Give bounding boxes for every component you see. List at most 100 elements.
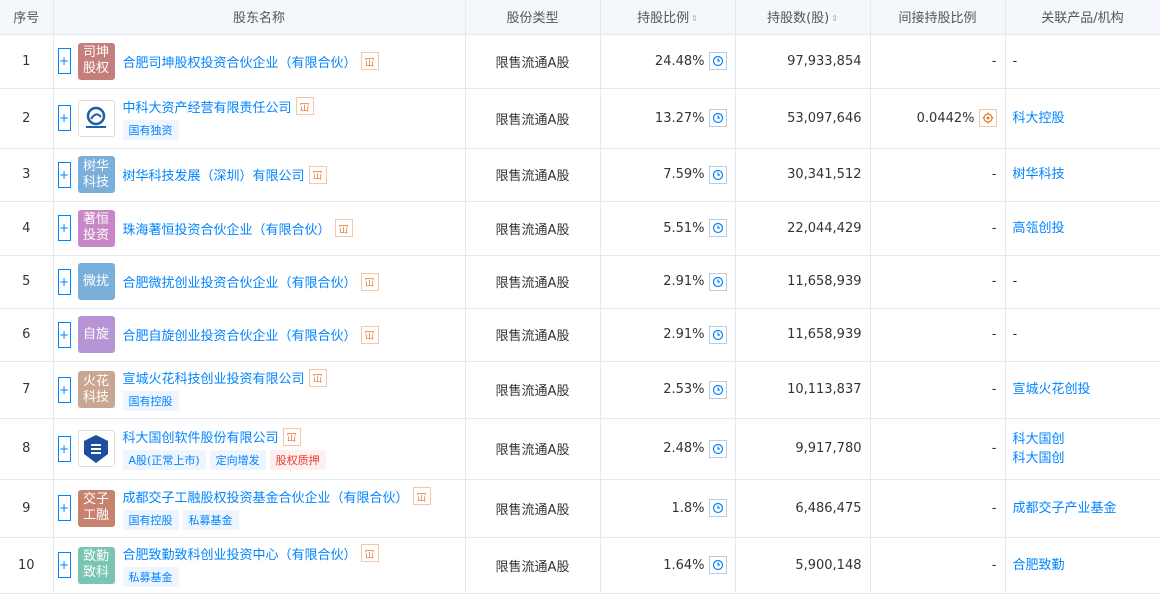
kd-software-logo-icon [77,430,115,467]
share-type: 限售流通A股 [465,255,601,309]
indirect-value: - [991,500,997,516]
expand-button[interactable]: + [57,321,71,348]
expand-button[interactable]: + [57,161,71,188]
company-tag[interactable]: 国有独资 [122,119,179,140]
table-row: 3 + 树华 科技 树华科技发展（深圳）有限公司 冚 限售流通A股 7.59% 3… [0,148,1160,202]
shares-value: 5,900,148 [735,537,871,594]
share-type: 限售流通A股 [465,88,601,149]
ratio-cell: 2.91% [600,308,736,362]
related-product[interactable]: 成都交子产业基金 [1013,499,1160,518]
ratio-cell: 2.48% [600,418,736,480]
products-cell: - [1005,308,1160,362]
history-clock-icon[interactable] [708,380,727,399]
sort-icon[interactable]: ⇕ [831,14,838,23]
shareholder-name-link[interactable]: 珠海著恒投资合伙企业（有限合伙） [123,219,331,238]
history-clock-icon[interactable] [708,272,727,291]
shares-value: 11,658,939 [735,308,871,362]
ratio-value: 7.59% [663,167,705,182]
history-clock-icon[interactable] [708,499,727,517]
relationship-icon[interactable]: 冚 [412,487,431,505]
indirect-cell: - [870,34,1006,89]
products-cell: 成都交子产业基金 [1005,479,1160,538]
shareholder-name-link[interactable]: 成都交子工融股权投资基金合伙企业（有限合伙） [123,487,409,506]
header-shares[interactable]: 持股数(股) ⇕ [735,0,871,35]
shares-value: 22,044,429 [735,201,871,256]
relationship-icon[interactable]: 冚 [295,97,314,115]
indirect-cell: - [870,479,1006,538]
shareholder-name-link[interactable]: 合肥微扰创业投资合伙企业（有限合伙） [123,272,357,291]
related-product: - [1012,53,1018,69]
expand-button[interactable]: + [57,495,71,521]
header-idx: 序号 [0,0,54,35]
relationship-icon[interactable]: 冚 [282,427,301,446]
shareholder-name-link[interactable]: 合肥自旋创业投资合伙企业（有限合伙） [123,325,357,344]
ratio-cell: 1.8% [600,479,736,538]
indirect-cell: - [870,201,1006,256]
shareholder-cell: + 交子 工融 成都交子工融股权投资基金合伙企业（有限合伙） 冚 国有控股 私募基金 [53,479,466,538]
products-cell: 合肥致勤 [1005,537,1160,594]
company-tag[interactable]: 国有控股 [122,509,179,530]
related-product[interactable]: 宣城火花创投 [1013,380,1160,399]
indirect-value: 0.0442% [916,110,975,126]
company-tag[interactable]: A股(正常上市) [122,450,206,470]
shareholder-name-link[interactable]: 合肥司坤股权投资合伙企业（有限合伙） [123,52,357,71]
indirect-cell: - [870,308,1006,362]
history-clock-icon[interactable] [708,109,727,127]
penetrate-icon[interactable] [978,109,997,127]
related-product[interactable]: 树华科技 [1013,165,1160,184]
shareholder-name-link[interactable]: 树华科技发展（深圳）有限公司 [123,165,305,184]
related-product[interactable]: 科大控股 [1013,109,1160,128]
history-clock-icon[interactable] [708,52,727,70]
header-shares-label: 持股数(股) [767,11,830,27]
relationship-icon[interactable]: 冚 [360,544,379,562]
shareholder-name-link[interactable]: 中科大资产经营有限责任公司 [123,97,292,116]
expand-button[interactable]: + [57,215,71,241]
company-tag[interactable]: 股权质押 [269,450,326,470]
header-ratio[interactable]: 持股比例 ⇕ [600,0,736,35]
company-tag[interactable]: 定向增发 [209,450,266,470]
company-tag[interactable]: 私募基金 [122,566,179,587]
shareholder-name-link[interactable]: 科大国创软件股份有限公司 [123,427,279,446]
history-clock-icon[interactable] [708,556,727,574]
expand-button[interactable]: + [57,48,71,74]
related-product[interactable]: 高瓴创投 [1013,219,1160,238]
sort-icon[interactable]: ⇕ [691,14,698,23]
row-index: 5 [0,255,54,309]
history-clock-icon[interactable] [708,439,727,458]
relationship-icon[interactable]: 冚 [360,325,379,344]
company-tag[interactable]: 私募基金 [182,509,239,530]
share-type: 限售流通A股 [465,34,601,89]
relationship-icon[interactable]: 冚 [334,219,353,237]
relationship-icon[interactable]: 冚 [360,272,379,291]
related-product[interactable]: 合肥致勤 [1013,556,1160,575]
history-clock-icon[interactable] [708,219,727,237]
relationship-icon[interactable]: 冚 [308,368,327,387]
history-clock-icon[interactable] [708,165,727,184]
company-tag[interactable]: 国有控股 [122,391,179,411]
relationship-icon[interactable]: 冚 [308,165,327,184]
expand-button[interactable]: + [57,552,71,578]
company-logo: 树华 科技 [77,156,115,193]
ratio-cell: 2.91% [600,255,736,309]
company-logo: 自旋 [77,316,115,353]
expand-button[interactable]: + [57,268,71,295]
related-product[interactable]: 科大国创 [1013,449,1160,468]
indirect-value: - [991,274,997,289]
history-clock-icon[interactable] [708,325,727,344]
related-product[interactable]: 科大国创 [1013,430,1160,449]
expand-button[interactable]: + [57,376,71,403]
tag-list: 国有控股 私募基金 [122,509,431,530]
ratio-value: 2.91% [663,274,705,289]
relationship-icon[interactable]: 冚 [360,52,379,70]
expand-button[interactable]: + [57,105,71,131]
indirect-value: - [991,382,997,397]
share-type: 限售流通A股 [465,537,601,594]
shares-value: 10,113,837 [735,361,871,419]
shareholder-name-link[interactable]: 宣城火花科技创业投资有限公司 [123,368,305,387]
indirect-cell: - [870,418,1006,480]
shareholder-table: 序号 股东名称 股份类型 持股比例 ⇕ 持股数(股) ⇕ 间接持股比例 关联产品/机… [0,0,1160,594]
expand-button[interactable]: + [57,435,71,462]
shareholder-name-link[interactable]: 合肥致勤致科创业投资中心（有限合伙） [123,544,357,563]
ratio-value: 5.51% [663,220,705,236]
header-type: 股份类型 [465,0,601,35]
